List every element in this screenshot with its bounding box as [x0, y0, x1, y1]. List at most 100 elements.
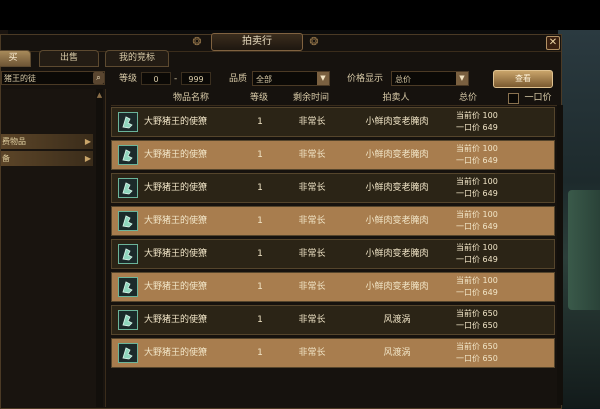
- item-level: 1: [257, 117, 263, 127]
- buyout-price: 一口价 649: [456, 123, 498, 132]
- buyout-price: 一口价 649: [456, 222, 498, 231]
- price-display-select[interactable]: 总价 ▼: [391, 71, 469, 86]
- table-row[interactable]: 大野猪王的使獠 1 非常长 小鲜肉变老腌肉 当前价 100 一口价 649: [111, 173, 555, 203]
- header-seller[interactable]: 拍卖人: [351, 91, 441, 105]
- tab-buy[interactable]: 买: [0, 50, 31, 67]
- green-boar-tusk-icon[interactable]: [118, 343, 138, 363]
- header-name[interactable]: 物品名称: [141, 91, 241, 105]
- level-dash: -: [174, 74, 178, 84]
- item-name: 大野猪王的使獠: [144, 216, 208, 226]
- item-price: 当前价 100 一口价 649: [456, 176, 506, 200]
- list-scrollbar[interactable]: [557, 105, 563, 405]
- header-level[interactable]: 等级: [239, 91, 279, 105]
- title-ornament-right-icon: ❂: [309, 35, 319, 48]
- item-name: 大野猪王的使獠: [144, 117, 208, 127]
- item-name: 大野猪王的使獠: [144, 348, 208, 358]
- quality-label: 品质: [229, 74, 248, 84]
- green-boar-tusk-icon[interactable]: [118, 310, 138, 330]
- category-panel: 费物品 ▶ 备 ▶ ▲: [1, 89, 106, 407]
- item-price: 当前价 100 一口价 649: [456, 110, 506, 134]
- header-buyout: 一口价: [524, 93, 552, 103]
- buyout-price: 一口价 650: [456, 354, 498, 363]
- green-boar-tusk-icon[interactable]: [118, 178, 138, 198]
- item-time-left: 非常长: [298, 150, 326, 160]
- green-boar-tusk-icon[interactable]: [118, 244, 138, 264]
- item-time-left: 非常长: [298, 348, 326, 358]
- category-label: 备: [2, 154, 10, 163]
- quality-select[interactable]: 全部 ▼: [252, 71, 330, 86]
- search-button[interactable]: 查看: [493, 70, 553, 88]
- table-row[interactable]: 大野猪王的使獠 1 非常长 小鲜肉变老腌肉 当前价 100 一口价 649: [111, 272, 555, 302]
- item-level: 1: [257, 315, 263, 325]
- table-row[interactable]: 大野猪王的使獠 1 非常长 小鲜肉变老腌肉 当前价 100 一口价 649: [111, 140, 555, 170]
- category-scrollbar[interactable]: ▲: [96, 89, 103, 407]
- table-row[interactable]: 大野猪王的使獠 1 非常长 风渡涡 当前价 650 一口价 650: [111, 305, 555, 335]
- item-name: 大野猪王的使獠: [144, 282, 208, 292]
- chevron-down-icon[interactable]: ▼: [317, 72, 329, 85]
- game-scene-right: [558, 30, 600, 409]
- current-bid: 当前价 100: [456, 243, 498, 252]
- current-bid: 当前价 100: [456, 276, 498, 285]
- item-price: 当前价 100 一口价 649: [456, 242, 506, 266]
- current-bid: 当前价 650: [456, 342, 498, 351]
- buyout-checkbox[interactable]: [508, 93, 519, 104]
- item-name: 大野猪王的使獠: [144, 183, 208, 193]
- buyout-price: 一口价 649: [456, 189, 498, 198]
- item-price: 当前价 650 一口价 650: [456, 308, 506, 332]
- level-label: 等级: [119, 74, 138, 84]
- search-icon[interactable]: ⌕: [93, 72, 104, 84]
- green-boar-tusk-icon[interactable]: [118, 145, 138, 165]
- close-button[interactable]: ✕: [546, 36, 560, 50]
- category-label: 费物品: [2, 137, 26, 146]
- tab-my-bids[interactable]: 我的竞标: [105, 50, 169, 67]
- item-price: 当前价 100 一口价 649: [456, 275, 506, 299]
- buyout-price: 一口价 650: [456, 321, 498, 330]
- current-bid: 当前价 650: [456, 309, 498, 318]
- game-scene-top: [0, 0, 600, 30]
- chevron-right-icon: ▶: [84, 137, 91, 146]
- table-row[interactable]: 大野猪王的使獠 1 非常长 小鲜肉变老腌肉 当前价 100 一口价 649: [111, 107, 555, 137]
- current-bid: 当前价 100: [456, 177, 498, 186]
- current-bid: 当前价 100: [456, 210, 498, 219]
- current-bid: 当前价 100: [456, 144, 498, 153]
- item-price: 当前价 100 一口价 649: [456, 143, 506, 167]
- table-row[interactable]: 大野猪王的使獠 1 非常长 小鲜肉变老腌肉 当前价 100 一口价 649: [111, 206, 555, 236]
- current-bid: 当前价 100: [456, 111, 498, 120]
- level-min-input[interactable]: 0: [141, 72, 171, 85]
- quality-select-value: 全部: [256, 75, 272, 84]
- auction-house-window: ❂ 拍卖行 ❂ ✕ 买 出售 我的竞标 猪王的徒 ⌕ 等级 0 - 999 品质…: [0, 33, 563, 409]
- item-level: 1: [257, 216, 263, 226]
- green-boar-tusk-icon[interactable]: [118, 112, 138, 132]
- item-time-left: 非常长: [298, 216, 326, 226]
- item-level: 1: [257, 249, 263, 259]
- table-row[interactable]: 大野猪王的使獠 1 非常长 小鲜肉变老腌肉 当前价 100 一口价 649: [111, 239, 555, 269]
- buyout-price: 一口价 649: [456, 255, 498, 264]
- item-price: 当前价 650 一口价 650: [456, 341, 506, 365]
- item-seller: 小鲜肉变老腌肉: [365, 183, 429, 193]
- scroll-up-icon[interactable]: ▲: [96, 91, 103, 99]
- green-boar-tusk-icon[interactable]: [118, 277, 138, 297]
- level-max-input[interactable]: 999: [181, 72, 211, 85]
- window-title: 拍卖行: [211, 33, 303, 51]
- buyout-price: 一口价 649: [456, 156, 498, 165]
- price-display-value: 总价: [395, 75, 411, 84]
- category-item[interactable]: 费物品 ▶: [1, 134, 93, 149]
- header-price[interactable]: 总价: [443, 91, 493, 105]
- search-input[interactable]: 猪王的徒: [1, 71, 105, 85]
- item-level: 1: [257, 150, 263, 160]
- category-item[interactable]: 备 ▶: [1, 151, 93, 166]
- item-time-left: 非常长: [298, 183, 326, 193]
- item-seller: 小鲜肉变老腌肉: [365, 216, 429, 226]
- item-seller: 小鲜肉变老腌肉: [365, 282, 429, 292]
- table-row[interactable]: 大野猪王的使獠 1 非常长 风渡涡 当前价 650 一口价 650: [111, 338, 555, 368]
- green-boar-tusk-icon[interactable]: [118, 211, 138, 231]
- item-seller: 小鲜肉变老腌肉: [365, 249, 429, 259]
- header-time[interactable]: 剩余时间: [279, 91, 343, 105]
- item-name: 大野猪王的使獠: [144, 315, 208, 325]
- chevron-down-icon[interactable]: ▼: [456, 72, 468, 85]
- tab-sell[interactable]: 出售: [39, 50, 99, 67]
- item-level: 1: [257, 282, 263, 292]
- item-seller: 小鲜肉变老腌肉: [365, 150, 429, 160]
- buyout-price: 一口价 649: [456, 288, 498, 297]
- item-name: 大野猪王的使獠: [144, 249, 208, 259]
